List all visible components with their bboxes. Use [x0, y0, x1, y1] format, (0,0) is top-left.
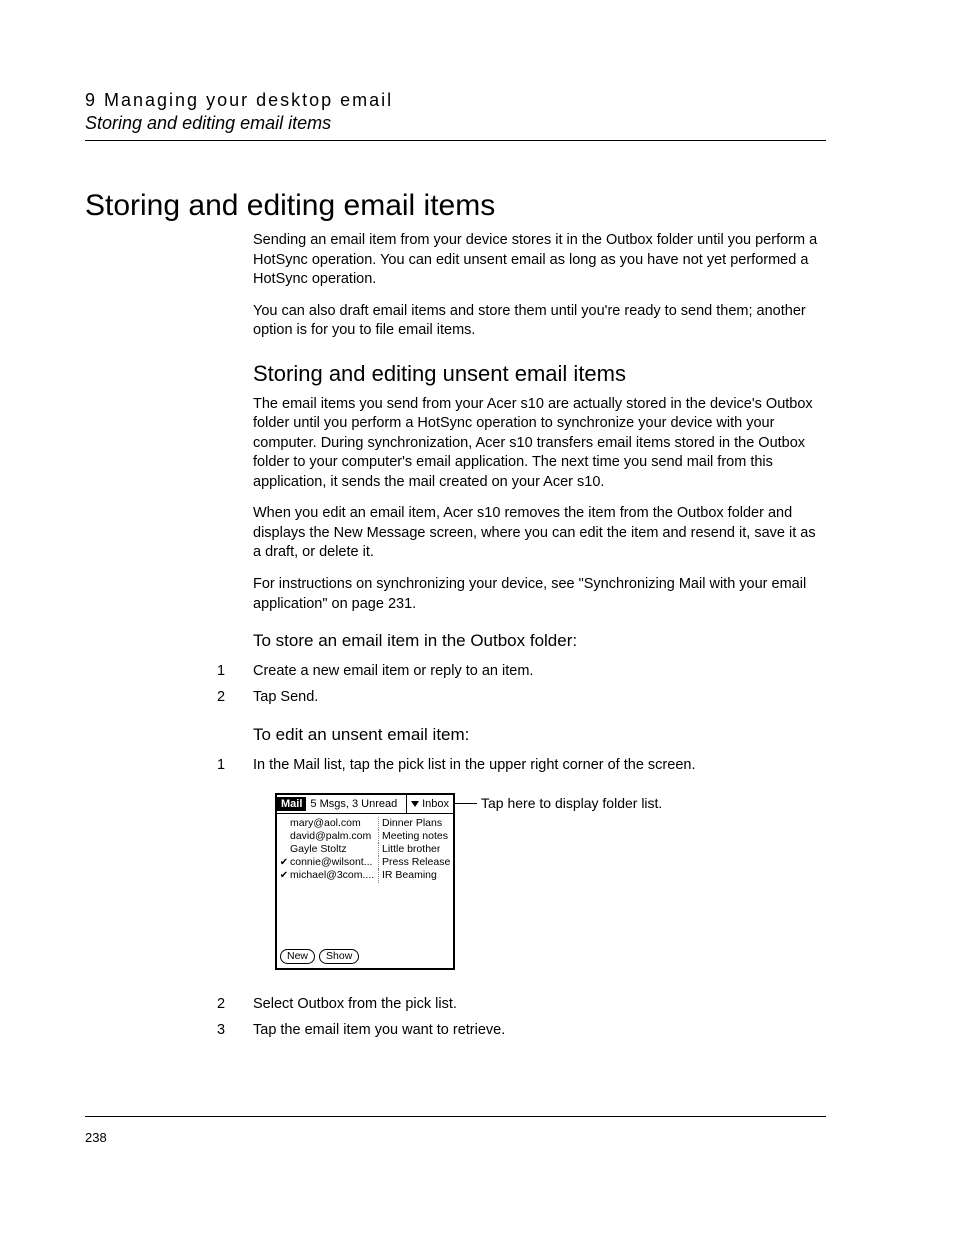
page-header: 9 Managing your desktop email Storing an… [85, 90, 826, 141]
screenshot-button-bar: New Show [277, 946, 453, 968]
step-row: 3 Tap the email item you want to retriev… [217, 1020, 826, 1040]
new-button[interactable]: New [280, 949, 315, 964]
callout-leader [455, 793, 477, 807]
header-rule [85, 140, 826, 141]
step-text: Tap Send. [253, 687, 826, 707]
msg-subject: Meeting notes [379, 830, 448, 843]
intro-para: You can also draft email items and store… [253, 302, 826, 341]
step-number: 1 [217, 755, 253, 775]
body-para: When you edit an email item, Acer s10 re… [253, 504, 826, 563]
step-row: 1 In the Mail list, tap the pick list in… [217, 755, 826, 775]
device-screenshot: Mail 5 Msgs, 3 Unread Inbox mary@aol.com… [275, 793, 455, 970]
message-list: mary@aol.com Dinner Plans david@palm.com… [277, 814, 453, 946]
figure-row: Mail 5 Msgs, 3 Unread Inbox mary@aol.com… [275, 793, 826, 970]
step-row: 2 Tap Send. [217, 687, 826, 707]
task2-heading-block: To edit an unsent email item: [253, 724, 826, 747]
task1-steps: 1 Create a new email item or reply to an… [217, 661, 826, 708]
app-label: Mail [277, 797, 306, 811]
msg-from: michael@3com.... [289, 869, 379, 882]
dropdown-icon [411, 801, 419, 807]
step-text: In the Mail list, tap the pick list in t… [253, 755, 826, 775]
folder-label: Inbox [422, 798, 449, 810]
message-row[interactable]: mary@aol.com Dinner Plans [277, 817, 453, 830]
step-text: Tap the email item you want to retrieve. [253, 1020, 826, 1040]
msg-subject: Dinner Plans [379, 817, 442, 830]
callout-text: Tap here to display folder list. [477, 793, 662, 811]
message-row[interactable]: david@palm.com Meeting notes [277, 830, 453, 843]
folder-picklist[interactable]: Inbox [406, 795, 453, 813]
step-text: Select Outbox from the pick list. [253, 994, 826, 1014]
body-para: For instructions on synchronizing your d… [253, 575, 826, 614]
screenshot-titlebar: Mail 5 Msgs, 3 Unread Inbox [277, 795, 453, 814]
msg-from: david@palm.com [289, 830, 379, 843]
step-row: 1 Create a new email item or reply to an… [217, 661, 826, 681]
msg-from: connie@wilsont... [289, 856, 379, 869]
task-heading: To store an email item in the Outbox fol… [253, 630, 826, 653]
task2-steps-before: 1 In the Mail list, tap the pick list in… [217, 755, 826, 775]
main-heading: Storing and editing email items [85, 189, 826, 223]
section-title-header: Storing and editing email items [85, 113, 826, 134]
msg-from: Gayle Stoltz [289, 843, 379, 856]
message-row[interactable]: ✔ michael@3com.... IR Beaming [277, 869, 453, 882]
show-button[interactable]: Show [319, 949, 359, 964]
step-number: 3 [217, 1020, 253, 1040]
msg-subject: IR Beaming [379, 869, 437, 882]
msg-from: mary@aol.com [289, 817, 379, 830]
step-number: 2 [217, 687, 253, 707]
step-number: 2 [217, 994, 253, 1014]
step-text: Create a new email item or reply to an i… [253, 661, 826, 681]
chapter-title: 9 Managing your desktop email [85, 90, 826, 111]
msg-subject: Press Release [379, 856, 450, 869]
msg-subject: Little brother [379, 843, 440, 856]
task2-steps-after: 2 Select Outbox from the pick list. 3 Ta… [217, 994, 826, 1041]
intro-para: Sending an email item from your device s… [253, 231, 826, 290]
step-number: 1 [217, 661, 253, 681]
status-text: 5 Msgs, 3 Unread [306, 798, 406, 810]
message-row[interactable]: Gayle Stoltz Little brother [277, 843, 453, 856]
step-row: 2 Select Outbox from the pick list. [217, 994, 826, 1014]
body-para: The email items you send from your Acer … [253, 395, 826, 493]
footer-rule [85, 1116, 826, 1117]
task-heading: To edit an unsent email item: [253, 724, 826, 747]
check-icon: ✔ [279, 870, 289, 883]
section-heading: Storing and editing unsent email items [253, 359, 826, 389]
intro-block: Sending an email item from your device s… [253, 231, 826, 653]
message-row[interactable]: ✔ connie@wilsont... Press Release [277, 856, 453, 869]
page-number: 238 [85, 1130, 107, 1145]
check-icon: ✔ [279, 857, 289, 870]
